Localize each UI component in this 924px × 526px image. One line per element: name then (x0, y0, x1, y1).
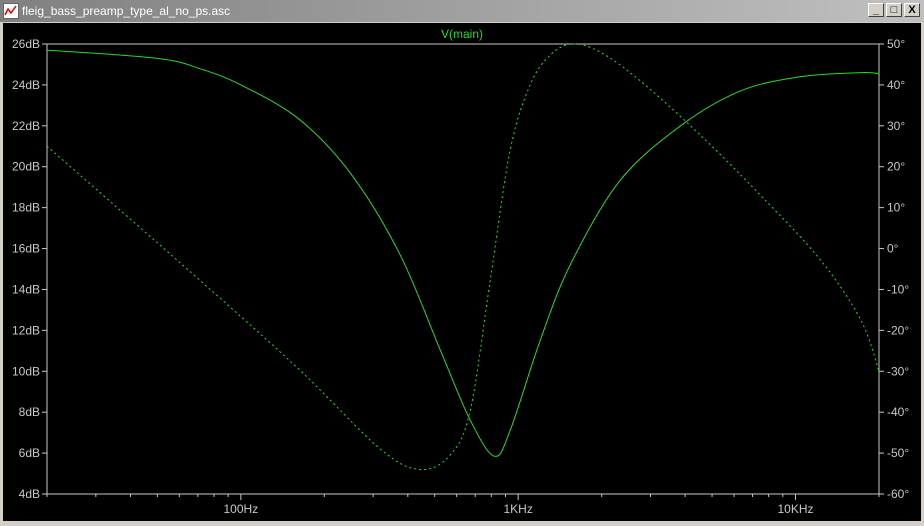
y-right-tick-label: -60° (887, 487, 909, 501)
y-left-tick-label: 12dB (12, 323, 40, 337)
plot-frame (46, 43, 880, 495)
minimize-button[interactable]: _ (868, 3, 884, 17)
x-tick-label: 100Hz (224, 502, 259, 516)
y-left-tick-label: 4dB (19, 487, 40, 501)
x-tick-label: 10KHz (777, 502, 813, 516)
y-right-tick-label: -30° (887, 364, 909, 378)
y-left-tick-label: 18dB (12, 201, 40, 215)
x-tick-label: 1KHz (504, 502, 533, 516)
window-title: fleig_bass_preamp_type_al_no_ps.asc (22, 4, 231, 18)
y-right-tick-label: 40° (887, 78, 905, 92)
y-left-tick-label: 22dB (12, 119, 40, 133)
y-right-tick-label: 20° (887, 160, 905, 174)
y-left-tick-label: 6dB (19, 446, 40, 460)
y-left-tick-label: 20dB (12, 160, 40, 174)
maximize-button[interactable]: □ (886, 3, 902, 17)
close-button[interactable]: X (904, 3, 920, 17)
y-left-tick-label: 24dB (12, 78, 40, 92)
y-left-tick-label: 26dB (12, 37, 40, 51)
magnitude-trace (46, 49, 880, 457)
trace-label-v-main[interactable]: V(main) (441, 27, 483, 41)
y-right-tick-label: 30° (887, 119, 905, 133)
waveform-plot[interactable]: V(main) 4dB 6dB 8dB 10dB 12dB 14dB 16dB 18dB 20d… (3, 23, 921, 521)
y-left-tick-label: 10dB (12, 364, 40, 378)
y-right-tick-label: -10° (887, 282, 909, 296)
y-right-tick-label: 10° (887, 201, 905, 215)
y-right-tick-label: 50° (887, 37, 905, 51)
title-bar: fleig_bass_preamp_type_al_no_ps.asc _ □ … (0, 0, 924, 22)
bode-chart: V(main) 4dB 6dB 8dB 10dB 12dB 14dB 16dB 18dB 20d… (12, 27, 909, 516)
y-left-tick-label: 8dB (19, 405, 40, 419)
y-left-tick-label: 14dB (12, 282, 40, 296)
y-right-tick-label: -50° (887, 446, 909, 460)
y-right-tick-label: -20° (887, 323, 909, 337)
y-right-tick-label: 0° (887, 242, 899, 256)
waveform-app-icon (3, 3, 19, 19)
y-right-tick-label: -40° (887, 405, 909, 419)
y-left-tick-label: 16dB (12, 242, 40, 256)
